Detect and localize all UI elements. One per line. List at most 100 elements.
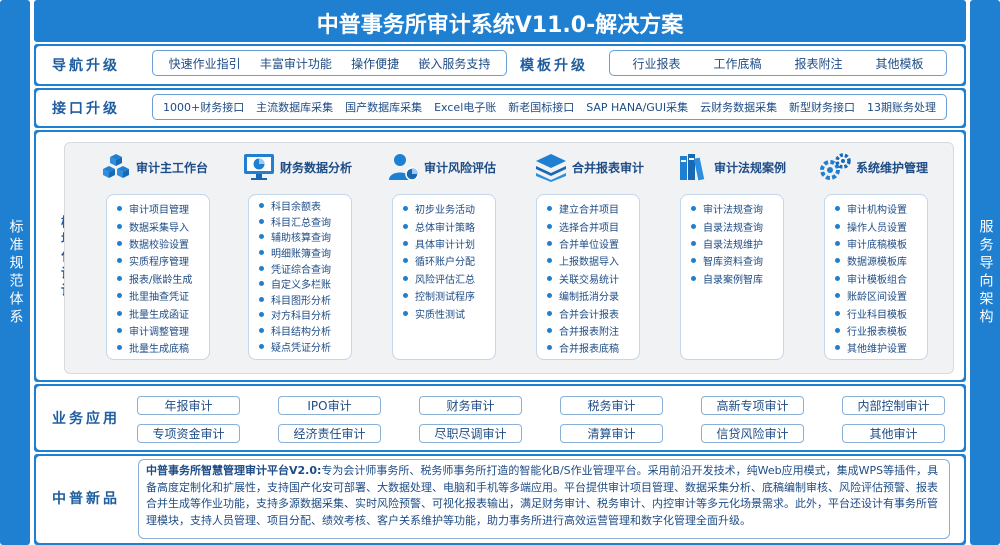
list-item[interactable]: 合并报表底稿 bbox=[547, 339, 639, 356]
module-title-1[interactable]: 审计主工作台 bbox=[100, 152, 208, 182]
cubes-icon bbox=[103, 154, 129, 178]
interface-item[interactable]: 国产数据库采集 bbox=[345, 99, 422, 115]
list-item[interactable]: 辅助核算查询 bbox=[259, 229, 351, 245]
list-item[interactable]: 科目汇总查询 bbox=[259, 214, 351, 230]
module-list-3: 初步业务活动 总体审计策略 具体审计计划 循环账户分配 风险评估汇总 控制测试程… bbox=[392, 194, 496, 360]
list-item[interactable]: 关联交易统计 bbox=[547, 270, 639, 287]
list-item[interactable]: 实质性测试 bbox=[403, 304, 495, 321]
business-label: 业务应用 bbox=[52, 411, 120, 427]
interface-item[interactable]: Excel电子账 bbox=[434, 99, 496, 115]
business-item[interactable]: 税务审计 bbox=[560, 396, 663, 415]
nav-label: 导航升级 bbox=[52, 58, 120, 74]
list-item[interactable]: 批量生成函证 bbox=[117, 304, 209, 321]
list-item[interactable]: 合并会计报表 bbox=[547, 304, 639, 321]
list-item[interactable]: 循环账户分配 bbox=[403, 252, 495, 269]
left-side-label: 标准规范体系 bbox=[7, 218, 24, 327]
module-title-3[interactable]: 审计风险评估 bbox=[388, 152, 496, 182]
list-item[interactable]: 自录法规查询 bbox=[691, 217, 783, 234]
list-item[interactable]: 凭证综合查询 bbox=[259, 260, 351, 276]
business-item[interactable]: 经济责任审计 bbox=[278, 424, 381, 443]
list-item[interactable]: 明细账簿查询 bbox=[259, 245, 351, 261]
template-item[interactable]: 工作底稿 bbox=[713, 55, 761, 72]
list-item[interactable]: 自定义多栏账 bbox=[259, 276, 351, 292]
template-item[interactable]: 其他模板 bbox=[875, 55, 923, 72]
list-item[interactable]: 控制测试程序 bbox=[403, 287, 495, 304]
module-list-6: 审计机构设置 操作人员设置 审计底稿模板 数据源模板库 审计模板组合 账龄区间设… bbox=[824, 194, 928, 360]
list-item[interactable]: 其他维护设置 bbox=[835, 339, 927, 356]
business-item[interactable]: 信贷风险审计 bbox=[701, 424, 804, 443]
business-item[interactable]: 专项资金审计 bbox=[137, 424, 240, 443]
nav-item[interactable]: 操作便捷 bbox=[351, 55, 399, 72]
business-item[interactable]: 年报审计 bbox=[137, 396, 240, 415]
business-item[interactable]: IPO审计 bbox=[278, 396, 381, 415]
list-item[interactable]: 风险评估汇总 bbox=[403, 270, 495, 287]
module-list-5: 审计法规查询 自录法规查询 自录法规维护 智库资料查询 自录案例智库 bbox=[680, 194, 784, 360]
interface-item[interactable]: 13期账务处理 bbox=[867, 99, 936, 115]
list-item[interactable]: 具体审计计划 bbox=[403, 235, 495, 252]
list-item[interactable]: 报表/账龄生成 bbox=[117, 270, 209, 287]
list-item[interactable]: 审计模板组合 bbox=[835, 270, 927, 287]
module-title-5[interactable]: 审计法规案例 bbox=[678, 152, 786, 182]
list-item[interactable]: 科目结构分析 bbox=[259, 323, 351, 339]
interface-item[interactable]: 新型财务接口 bbox=[789, 99, 855, 115]
list-item[interactable]: 数据采集导入 bbox=[117, 217, 209, 234]
list-item[interactable]: 选择合并项目 bbox=[547, 217, 639, 234]
list-item[interactable]: 建立合并项目 bbox=[547, 200, 639, 217]
list-item[interactable]: 行业科目模板 bbox=[835, 304, 927, 321]
business-item[interactable]: 清算审计 bbox=[560, 424, 663, 443]
left-side-pillar: 标准规范体系 bbox=[0, 0, 30, 545]
list-item[interactable]: 数据源模板库 bbox=[835, 252, 927, 269]
list-item[interactable]: 审计底稿模板 bbox=[835, 235, 927, 252]
list-item[interactable]: 对方科目分析 bbox=[259, 307, 351, 323]
business-item[interactable]: 财务审计 bbox=[419, 396, 522, 415]
list-item[interactable]: 账龄区间设置 bbox=[835, 287, 927, 304]
interface-item[interactable]: 1000+财务接口 bbox=[163, 99, 244, 115]
module-list-1: 审计项目管理 数据采集导入 数据校验设置 实质程序管理 报表/账龄生成 批里抽查… bbox=[106, 194, 210, 360]
business-item[interactable]: 高新专项审计 bbox=[701, 396, 804, 415]
interface-item[interactable]: SAP HANA/GUI采集 bbox=[586, 99, 688, 115]
list-item[interactable]: 初步业务活动 bbox=[403, 200, 495, 217]
list-item[interactable]: 科目余额表 bbox=[259, 198, 351, 214]
list-item[interactable]: 批量生成底稿 bbox=[117, 339, 209, 356]
nav-item[interactable]: 嵌入服务支持 bbox=[418, 55, 490, 72]
list-item[interactable]: 批里抽查凭证 bbox=[117, 287, 209, 304]
list-item[interactable]: 疑点凭证分析 bbox=[259, 338, 351, 354]
business-band: 业务应用 年报审计 IPO审计 财务审计 税务审计 高新专项审计 内部控制审计 … bbox=[34, 384, 966, 452]
list-item[interactable]: 科目图形分析 bbox=[259, 292, 351, 308]
interface-band: 接口升级 1000+财务接口 主流数据库采集 国产数据库采集 Excel电子账 … bbox=[34, 88, 966, 128]
nav-items: 快速作业指引 丰富审计功能 操作便捷 嵌入服务支持 bbox=[152, 50, 507, 76]
nav-item[interactable]: 丰富审计功能 bbox=[260, 55, 332, 72]
business-item[interactable]: 尽职尽调审计 bbox=[419, 424, 522, 443]
list-item[interactable]: 审计调整管理 bbox=[117, 322, 209, 339]
list-item[interactable]: 上报数据导入 bbox=[547, 252, 639, 269]
interface-item[interactable]: 主流数据库采集 bbox=[256, 99, 333, 115]
list-item[interactable]: 合并单位设置 bbox=[547, 235, 639, 252]
list-item[interactable]: 审计项目管理 bbox=[117, 200, 209, 217]
interface-label: 接口升级 bbox=[52, 101, 120, 117]
list-item[interactable]: 数据校验设置 bbox=[117, 235, 209, 252]
list-item[interactable]: 自录法规维护 bbox=[691, 235, 783, 252]
module-title-6[interactable]: 系统维护管理 bbox=[818, 152, 928, 182]
list-item[interactable]: 实质程序管理 bbox=[117, 252, 209, 269]
template-item[interactable]: 行业报表 bbox=[632, 55, 680, 72]
list-item[interactable]: 自录案例智库 bbox=[691, 270, 783, 287]
interface-item[interactable]: 新老国标接口 bbox=[508, 99, 574, 115]
list-item[interactable]: 审计机构设置 bbox=[835, 200, 927, 217]
template-item[interactable]: 报表附注 bbox=[794, 55, 842, 72]
module-title-4[interactable]: 合并报表审计 bbox=[534, 152, 644, 182]
nav-item[interactable]: 快速作业指引 bbox=[169, 55, 241, 72]
list-item[interactable]: 编制抵消分录 bbox=[547, 287, 639, 304]
modular-band: 模块化设计 审计主工作台 审计项目管理 数据采集导入 数据校验设置 实质程序管理… bbox=[34, 130, 966, 382]
list-item[interactable]: 审计法规查询 bbox=[691, 200, 783, 217]
module-title-2[interactable]: 财务数据分析 bbox=[242, 152, 352, 182]
innovation-band: 中普新品 中普事务所智慧管理审计平台V2.0:专为会计师事务所、税务师事务所打造… bbox=[34, 454, 966, 545]
business-item[interactable]: 内部控制审计 bbox=[842, 396, 945, 415]
list-item[interactable]: 合并报表附注 bbox=[547, 322, 639, 339]
right-side-pillar: 服务导向架构 bbox=[970, 0, 1000, 545]
list-item[interactable]: 行业报表模板 bbox=[835, 322, 927, 339]
interface-item[interactable]: 云财务数据采集 bbox=[700, 99, 777, 115]
list-item[interactable]: 总体审计策略 bbox=[403, 217, 495, 234]
business-item[interactable]: 其他审计 bbox=[842, 424, 945, 443]
list-item[interactable]: 操作人员设置 bbox=[835, 217, 927, 234]
list-item[interactable]: 智库资料查询 bbox=[691, 252, 783, 269]
